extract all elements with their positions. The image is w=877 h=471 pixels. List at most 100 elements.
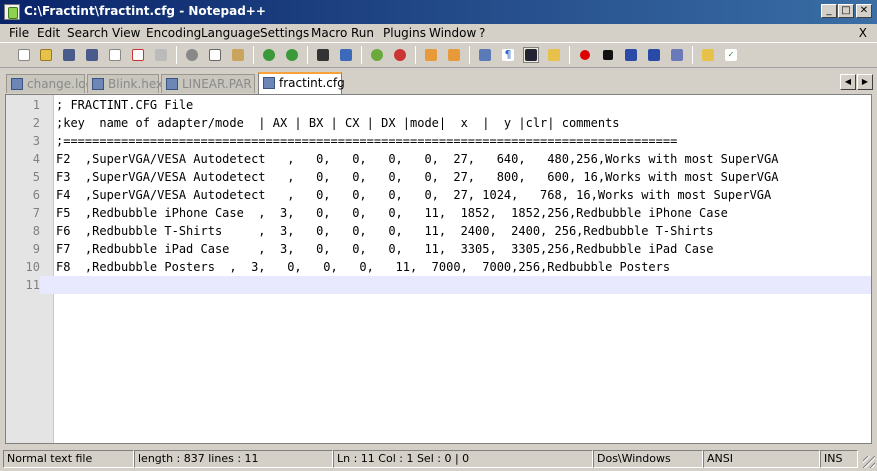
menu-language[interactable]: Language (201, 26, 260, 40)
copy-icon[interactable] (207, 47, 223, 63)
close-all-icon[interactable] (130, 47, 146, 63)
tab-scroll-left-button[interactable]: ◀ (840, 74, 856, 90)
code-line[interactable]: 8 F6 ,Redbubble T-Shirts , 3, 0, 0, 0, 11… (6, 222, 871, 240)
menu-window[interactable]: Window (429, 26, 476, 40)
line-number: 6 (32, 188, 40, 202)
record-macro-icon[interactable] (577, 47, 593, 63)
menu-help[interactable]: ? (479, 26, 485, 40)
code-line[interactable]: 9 F7 ,Redbubble iPad Case , 3, 0, 0, 0, 1… (6, 240, 871, 258)
tab-fractint-cfg[interactable]: fractint.cfg (258, 72, 345, 94)
new-file-icon[interactable] (16, 47, 32, 63)
stop-record-icon[interactable] (600, 47, 616, 63)
menu-run[interactable]: Run (351, 26, 374, 40)
notepad-plus-plus-icon[interactable] (4, 4, 20, 20)
line-number: 5 (32, 170, 40, 184)
toolbar-separator (469, 46, 470, 64)
code-line[interactable]: 10 F8 ,Redbubble Posters , 3, 0, 0, 0, 11… (6, 258, 871, 276)
line-text[interactable]: ;=======================================… (56, 132, 677, 150)
menu-edit[interactable]: Edit (37, 26, 60, 40)
menu-settings[interactable]: Settings (260, 26, 309, 40)
close-icon[interactable] (107, 47, 123, 63)
code-line[interactable]: 1 ; FRACTINT.CFG File (6, 96, 871, 114)
minimize-button[interactable]: _ (821, 4, 837, 18)
status-position: Ln : 11 Col : 1 Sel : 0 | 0 (333, 450, 593, 468)
menu-view[interactable]: View (112, 26, 140, 40)
tab-label: LINEAR.PAR (182, 77, 252, 91)
title-bar[interactable]: C:\Fractint\fractint.cfg - Notepad++ _ □… (0, 0, 877, 24)
line-number: 3 (32, 134, 40, 148)
redo-icon[interactable] (284, 47, 300, 63)
current-line[interactable]: 11 (6, 276, 871, 294)
code-line[interactable]: 4 F2 ,SuperVGA/VESA Autodetect , 0, 0, 0,… (6, 150, 871, 168)
undo-icon[interactable] (261, 47, 277, 63)
code-line[interactable]: 5 F3 ,SuperVGA/VESA Autodetect , 0, 0, 0,… (6, 168, 871, 186)
menu-search[interactable]: Search (67, 26, 108, 40)
user-define-icon[interactable] (546, 47, 562, 63)
sync-vertical-icon[interactable] (423, 47, 439, 63)
resize-grip[interactable] (863, 456, 875, 468)
play-multiple-icon[interactable] (646, 47, 662, 63)
code-line[interactable]: 6 F4 ,SuperVGA/VESA Autodetect , 0, 0, 0,… (6, 186, 871, 204)
line-number: 1 (32, 98, 40, 112)
sync-horizontal-icon[interactable] (446, 47, 462, 63)
close-document-button[interactable]: X (859, 26, 867, 40)
tab-blink-hex[interactable]: Blink.hex (87, 74, 163, 93)
line-number: 7 (32, 206, 40, 220)
saved-file-icon (11, 78, 23, 90)
line-text[interactable]: F5 ,Redbubble iPhone Case , 3, 0, 0, 0, … (56, 204, 728, 222)
line-text[interactable]: ; FRACTINT.CFG File (56, 96, 193, 114)
zoom-in-icon[interactable] (369, 47, 385, 63)
line-text[interactable]: F7 ,Redbubble iPad Case , 3, 0, 0, 0, 11… (56, 240, 713, 258)
save-macro-icon[interactable] (669, 47, 685, 63)
line-text[interactable]: F6 ,Redbubble T-Shirts , 3, 0, 0, 0, 11,… (56, 222, 713, 240)
code-line[interactable]: 7 F5 ,Redbubble iPhone Case , 3, 0, 0, 0,… (6, 204, 871, 222)
saved-file-icon (92, 78, 104, 90)
toolbar-separator (176, 46, 177, 64)
save-icon[interactable] (61, 47, 77, 63)
line-number: 9 (32, 242, 40, 256)
line-number: 4 (32, 152, 40, 166)
cut-icon[interactable] (184, 47, 200, 63)
window-title: C:\Fractint\fractint.cfg - Notepad++ (24, 4, 266, 18)
menu-file[interactable]: File (9, 26, 29, 40)
toolbar-separator (415, 46, 416, 64)
open-file-icon[interactable] (38, 47, 54, 63)
spell-check-icon[interactable]: ✓ (723, 47, 739, 63)
paste-icon[interactable] (230, 47, 246, 63)
status-file-type: Normal text file (3, 450, 134, 468)
indent-guide-icon[interactable] (523, 47, 539, 63)
line-text[interactable]: F3 ,SuperVGA/VESA Autodetect , 0, 0, 0, … (56, 168, 778, 186)
line-text[interactable]: F8 ,Redbubble Posters , 3, 0, 0, 0, 11, … (56, 258, 670, 276)
save-all-icon[interactable] (84, 47, 100, 63)
print-icon[interactable] (153, 47, 169, 63)
code-line[interactable]: 2 ;key name of adapter/mode | AX | BX | C… (6, 114, 871, 132)
tab-bar: change.log Blink.hex LINEAR.PAR fractint… (0, 72, 877, 94)
line-text[interactable]: F2 ,SuperVGA/VESA Autodetect , 0, 0, 0, … (56, 150, 778, 168)
close-window-button[interactable]: ✕ (856, 4, 872, 18)
code-line[interactable]: 3 ;======================================… (6, 132, 871, 150)
menu-plugins[interactable]: Plugins (383, 26, 426, 40)
tab-label: Blink.hex (108, 77, 164, 91)
line-number: 2 (32, 116, 40, 130)
find-icon[interactable] (315, 47, 331, 63)
menu-macro[interactable]: Macro (311, 26, 347, 40)
zoom-out-icon[interactable] (392, 47, 408, 63)
tab-label: change.log (27, 77, 94, 91)
saved-file-icon (166, 78, 178, 90)
tab-change-log[interactable]: change.log (6, 74, 93, 93)
menu-encoding[interactable]: Encoding (146, 26, 201, 40)
editor-pane[interactable]: 1 ; FRACTINT.CFG File 2 ;key name of adapt… (5, 94, 872, 444)
line-text[interactable]: ;key name of adapter/mode | AX | BX | CX… (56, 114, 620, 132)
open-folder-icon[interactable] (700, 47, 716, 63)
tab-linear-par[interactable]: LINEAR.PAR (161, 74, 255, 93)
word-wrap-icon[interactable] (477, 47, 493, 63)
replace-icon[interactable] (338, 47, 354, 63)
toolbar-separator (307, 46, 308, 64)
maximize-button[interactable]: □ (838, 4, 854, 18)
status-eol: Dos\Windows (593, 450, 703, 468)
tab-scroll-right-button[interactable]: ▶ (857, 74, 873, 90)
show-all-chars-icon[interactable]: ¶ (500, 47, 516, 63)
line-text[interactable]: F4 ,SuperVGA/VESA Autodetect , 0, 0, 0, … (56, 186, 771, 204)
play-macro-icon[interactable] (623, 47, 639, 63)
tab-label: fractint.cfg (279, 76, 345, 90)
